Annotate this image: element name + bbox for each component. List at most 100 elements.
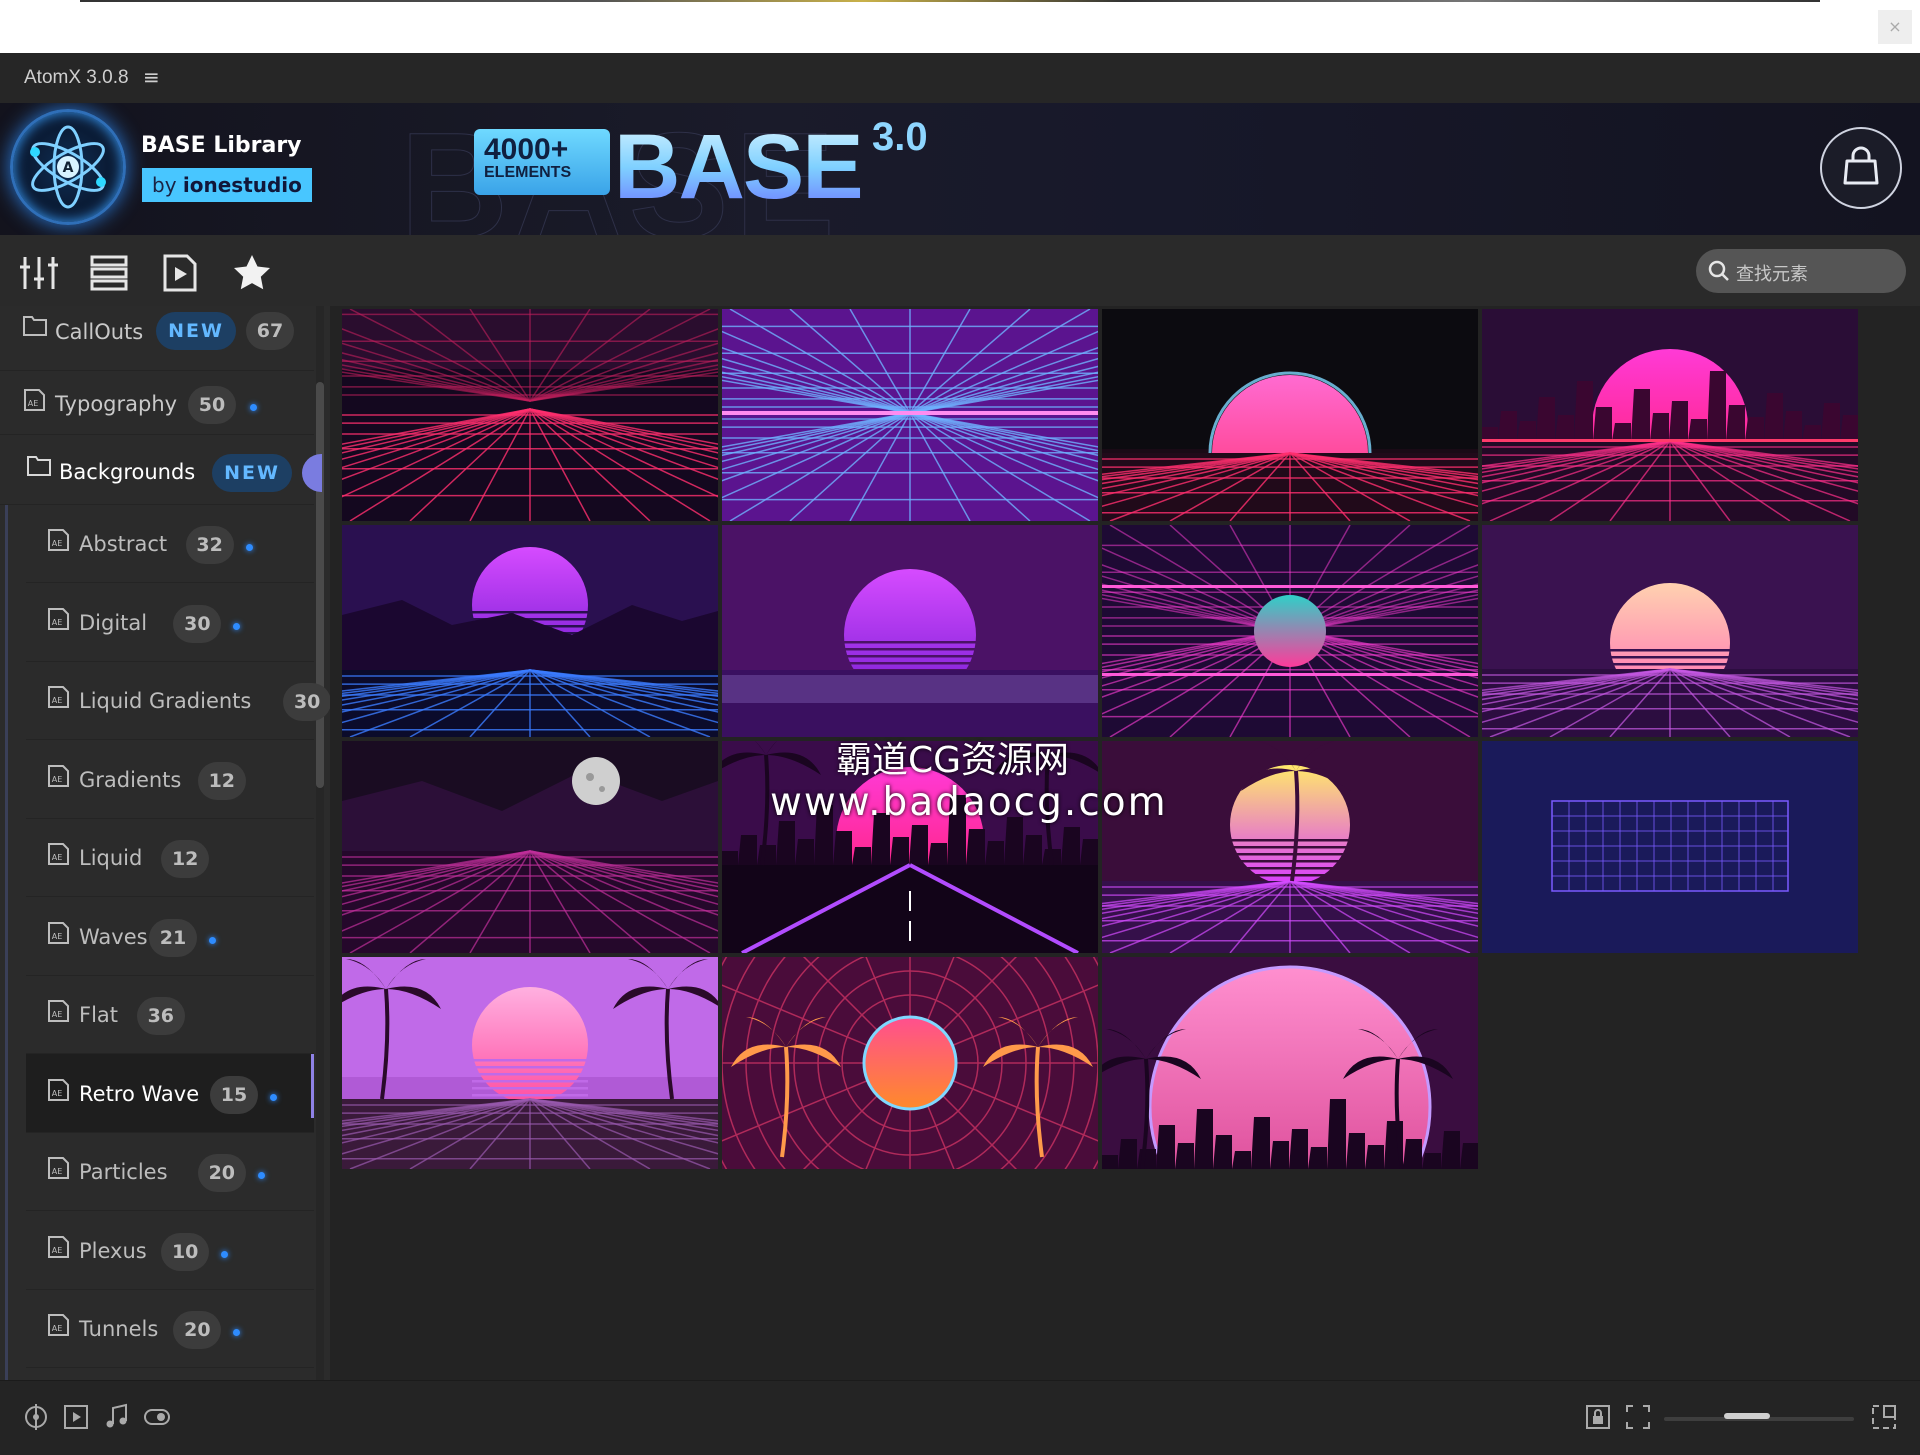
sidebar-subitem-plexus[interactable]: AE Plexus 10 [26,1211,314,1290]
thumbnail-retro-moon-mountains[interactable] [342,741,718,953]
subitem-label: Digital [79,610,148,635]
selection-bar [311,1053,314,1118]
search-placeholder: 查找元素 [1736,264,1808,285]
sliders-icon[interactable] [19,253,59,293]
update-dot [233,1329,241,1336]
host-window-strip: × [0,0,1920,53]
watermark-text: 霸道CG资源网 [836,740,1070,781]
sidebar-subitem-retro-wave[interactable]: AE Retro Wave 15 [26,1053,314,1133]
svg-text:AE: AE [52,1324,63,1333]
sidebar-subitem-flat[interactable]: AE Flat 36 [26,975,314,1054]
search-box[interactable]: 查找元素 [1696,249,1906,293]
count-badge: 50 [188,386,236,424]
count-badge: 12 [161,840,210,878]
title-bar: AtomX 3.0.8 ≡ [0,53,1920,104]
update-dot [221,1250,229,1258]
video-icon[interactable] [62,1403,90,1431]
host-close-button[interactable]: × [1878,10,1912,44]
ae-file-icon: AE [48,764,69,787]
update-dot [257,1172,265,1179]
thumbnail-retro-palms-pink-sky[interactable] [342,957,718,1169]
subitem-label: Gradients [79,767,182,792]
lock-icon[interactable] [1584,1403,1612,1431]
sidebar-subitem-digital[interactable]: AE Digital 30 [26,583,314,662]
library-banner: BASE A BASE Library by ionestudio 4000+ … [0,103,1920,235]
count-badge: 12 [197,761,246,800]
ae-file-icon: AE [48,1235,69,1258]
preview-toggle-icon[interactable] [143,1403,171,1431]
thumbnail-retro-sun-purple-stars[interactable] [722,525,1098,737]
library-author: by ionestudio [142,168,312,202]
svg-text:AE: AE [52,1246,63,1255]
ae-file-icon: AE [24,389,45,411]
slider-knob[interactable] [1724,1413,1770,1419]
update-dot [209,936,216,944]
media-file-icon[interactable] [160,253,200,293]
svg-text:AE: AE [52,1089,63,1098]
count-badge: 10 [161,1232,210,1271]
favorites-star-icon[interactable] [232,253,272,293]
thumbnail-retro-sun-peach[interactable] [1482,525,1858,737]
thumbnail-retro-blue-grid-space[interactable] [1482,741,1858,953]
hamburger-menu-icon[interactable]: ≡ [143,65,160,89]
sidebar-subitem-waves[interactable]: AE Waves 21 [26,897,314,976]
subitem-label: Tunnels [79,1317,159,1341]
fullscreen-icon[interactable] [1624,1403,1652,1431]
count-badge: 30 [283,683,330,721]
thumbnail-retro-sun-dark[interactable] [1102,309,1478,521]
svg-text:AE: AE [52,539,63,548]
count-badge: 36 [136,997,185,1035]
count-badge-clipped [302,454,322,492]
svg-text:AE: AE [52,775,63,784]
thumbnail-size-slider[interactable] [1664,1413,1854,1421]
thumbnail-retro-grid-blue-purple[interactable] [722,309,1098,521]
sidebar-item-callouts[interactable]: CallOuts NEW 67 [0,306,314,371]
sidebar-subitem-gradients[interactable]: AE Gradients 12 [26,740,314,819]
folder-icon [23,316,47,336]
host-thumbnail-strip [80,0,1820,2]
thumbnail-retro-mountain-sun-purple[interactable] [342,525,718,737]
thumbnail-retro-grid-red[interactable] [342,309,718,521]
backgrounds-group-line [5,504,8,1380]
sidebar-subitem-liquid[interactable]: AE Liquid 12 [26,818,314,897]
sidebar-item-backgrounds[interactable]: Backgrounds NEW [0,434,322,505]
thumbnail-retro-palm-yellow-sun[interactable] [1102,741,1478,953]
subitem-label: Plexus [79,1238,147,1263]
subitem-label: Liquid [79,846,143,870]
atom-settings-icon[interactable] [22,1403,50,1431]
sidebar-subitem-particles[interactable]: AE Particles 20 [26,1132,314,1211]
folder-icon [27,456,51,476]
ae-file-icon: AE [48,1314,69,1336]
sidebar-scrollbar[interactable] [316,382,324,788]
ae-file-icon: AE [48,686,69,708]
grid-size-icon[interactable] [1870,1403,1898,1431]
count-badge: 20 [173,1311,222,1349]
sidebar-subitem-liquid-gradients[interactable]: AE Liquid Gradients 30 [26,661,330,740]
sidebar-subitem-tunnels[interactable]: AE Tunnels 20 [26,1289,314,1368]
ae-file-icon: AE [48,1000,69,1022]
thumbnail-retro-big-pink-planet-city[interactable] [1102,957,1478,1169]
update-dot [270,1093,277,1101]
category-sidebar: CallOuts NEW 67 AE Typography 50 Backgro… [0,306,330,1380]
svg-text:AE: AE [52,696,63,705]
ae-file-icon: AE [48,843,69,865]
svg-text:AE: AE [52,932,63,941]
list-view-icon[interactable] [89,253,129,293]
subitem-label: Abstract [79,532,168,556]
music-icon[interactable] [103,1403,131,1431]
ae-file-icon: AE [48,607,69,630]
main-toolbar: 查找元素 [0,235,1920,306]
svg-text:AE: AE [52,618,63,627]
elements-count-badge: 4000+ ELEMENTS [474,129,610,195]
ae-file-icon: AE [48,921,69,944]
sidebar-item-typography[interactable]: AE Typography 50 [0,370,314,435]
thumbnail-retro-city-sun-pink[interactable] [1482,309,1858,521]
sidebar-subitem-abstract[interactable]: AE Abstract 32 [26,504,314,583]
thumbnail-retro-palms-red-orb[interactable] [722,957,1098,1169]
ae-file-icon: AE [48,1078,69,1101]
count-badge: 32 [185,526,234,564]
thumbnail-retro-teal-orb[interactable] [1102,525,1478,737]
count-badge: 21 [149,918,197,957]
shopping-bag-icon[interactable] [1820,127,1902,209]
svg-text:AE: AE [52,853,63,862]
